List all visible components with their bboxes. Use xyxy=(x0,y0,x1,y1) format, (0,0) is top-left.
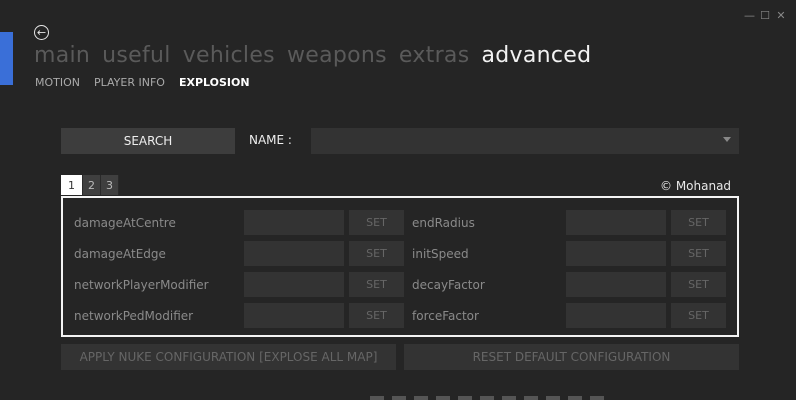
param-input[interactable] xyxy=(566,272,666,297)
param-input[interactable] xyxy=(244,303,344,328)
tab-main[interactable]: main xyxy=(34,43,90,68)
set-button[interactable]: SET xyxy=(671,210,726,235)
page-tab-2[interactable]: 2 xyxy=(83,175,101,195)
param-label: networkPedModifier xyxy=(74,309,194,323)
param-input[interactable] xyxy=(244,210,344,235)
param-input[interactable] xyxy=(566,241,666,266)
tab-weapons[interactable]: weapons xyxy=(287,43,387,68)
param-label: damageAtEdge xyxy=(74,247,166,261)
set-button[interactable]: SET xyxy=(671,272,726,297)
set-button[interactable]: SET xyxy=(349,241,404,266)
close-button[interactable]: ✕ xyxy=(776,9,786,22)
param-input[interactable] xyxy=(566,303,666,328)
page-tabs: 1 2 3 xyxy=(61,175,119,195)
param-input[interactable] xyxy=(244,272,344,297)
set-button[interactable]: SET xyxy=(671,303,726,328)
copyright-text: © Mohanad xyxy=(660,179,732,193)
search-button[interactable]: SEARCH xyxy=(61,128,235,154)
set-button[interactable]: SET xyxy=(349,272,404,297)
param-label: decayFactor xyxy=(412,278,485,292)
page-tab-3[interactable]: 3 xyxy=(101,175,119,195)
param-input[interactable] xyxy=(566,210,666,235)
param-input[interactable] xyxy=(244,241,344,266)
apply-nuke-button[interactable]: APPLY NUKE CONFIGURATION [EXPLOSE ALL MA… xyxy=(61,344,396,370)
param-label: damageAtCentre xyxy=(74,216,176,230)
accent-bar xyxy=(0,32,13,85)
minimize-button[interactable]: — xyxy=(744,9,755,22)
reset-default-button[interactable]: RESET DEFAULT CONFIGURATION xyxy=(404,344,739,370)
param-label: networkPlayerModifier xyxy=(74,278,209,292)
name-dropdown[interactable] xyxy=(311,128,739,154)
maximize-button[interactable]: ☐ xyxy=(760,9,770,22)
subtab-player-info[interactable]: PLAYER INFO xyxy=(94,76,165,89)
set-button[interactable]: SET xyxy=(349,210,404,235)
bottom-decoration xyxy=(370,396,610,400)
subtab-explosion[interactable]: EXPLOSION xyxy=(179,76,250,89)
param-label: initSpeed xyxy=(412,247,469,261)
sub-tabs: MOTION PLAYER INFO EXPLOSION xyxy=(35,76,250,89)
tab-extras[interactable]: extras xyxy=(399,43,470,68)
param-label: endRadius xyxy=(412,216,475,230)
param-label: forceFactor xyxy=(412,309,479,323)
tab-useful[interactable]: useful xyxy=(102,43,171,68)
explosion-params-panel: damageAtCentre SET damageAtEdge SET netw… xyxy=(61,196,739,337)
tab-advanced[interactable]: advanced xyxy=(481,43,591,68)
tab-vehicles[interactable]: vehicles xyxy=(183,43,275,68)
name-label: NAME : xyxy=(249,133,292,147)
subtab-motion[interactable]: MOTION xyxy=(35,76,80,89)
set-button[interactable]: SET xyxy=(671,241,726,266)
chevron-down-icon[interactable] xyxy=(723,137,731,142)
window-controls: — ☐ ✕ xyxy=(744,9,786,22)
back-arrow-icon[interactable]: ← xyxy=(34,25,49,40)
main-tabs: main useful vehicles weapons extras adva… xyxy=(34,43,591,68)
page-tab-1[interactable]: 1 xyxy=(61,175,83,195)
set-button[interactable]: SET xyxy=(349,303,404,328)
